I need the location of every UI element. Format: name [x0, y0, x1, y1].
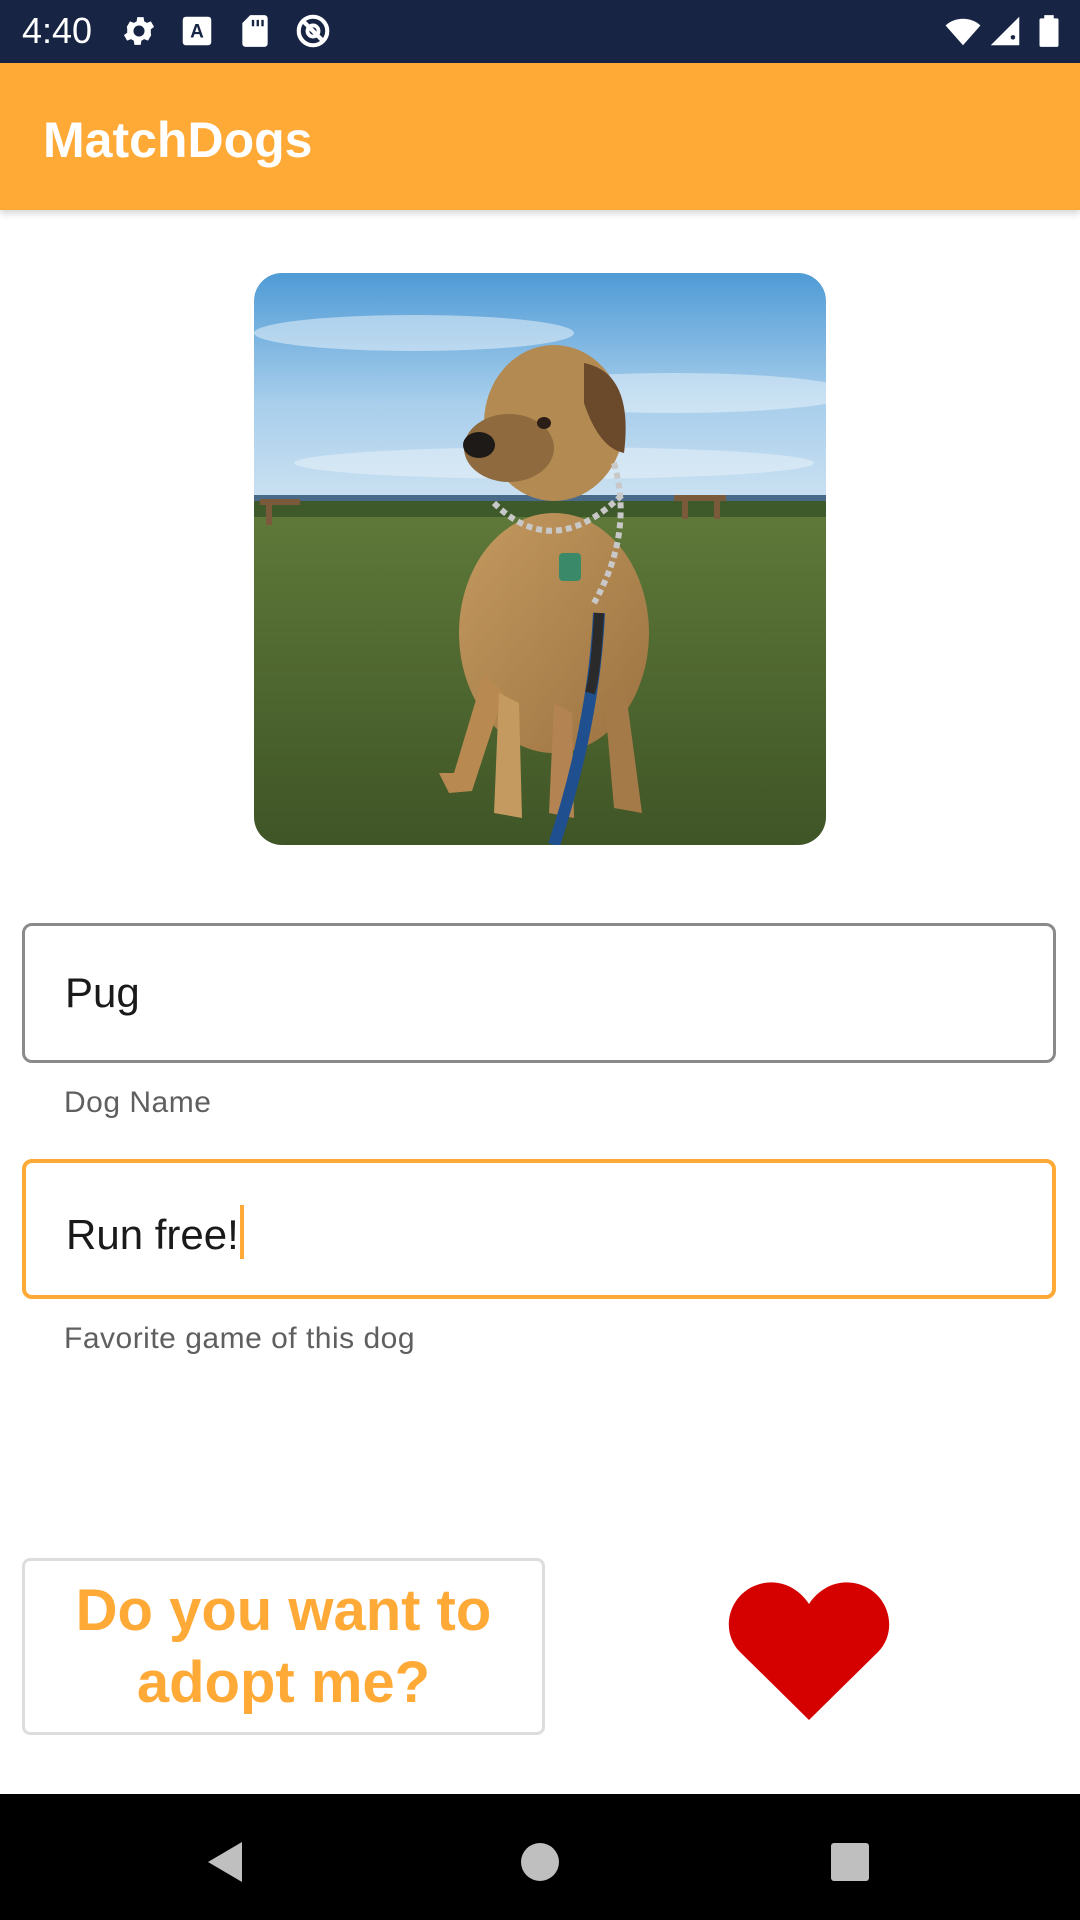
adopt-button[interactable]: Do you want to adopt me?	[22, 1558, 545, 1735]
sd-card-icon	[242, 15, 268, 47]
keyboard-a-icon: A	[182, 16, 212, 46]
heart-icon[interactable]	[728, 1572, 890, 1722]
wifi-icon	[945, 18, 981, 46]
do-not-disturb-icon	[296, 14, 330, 48]
gear-icon	[123, 17, 155, 45]
svg-text:A: A	[190, 21, 204, 42]
status-time: 4:40	[22, 10, 93, 51]
adopt-button-label: Do you want to adopt me?	[75, 1577, 492, 1715]
dog-name-helper: Dog Name	[64, 1086, 212, 1119]
dog-photo	[254, 273, 826, 845]
favorite-game-helper: Favorite game of this dog	[64, 1322, 416, 1355]
app-title: MatchDogs	[43, 112, 313, 168]
dog-name-field[interactable]: Pug	[22, 923, 1056, 1063]
recents-icon[interactable]	[820, 1832, 880, 1892]
favorite-game-field[interactable]: Run free!	[22, 1159, 1056, 1299]
navigation-bar	[0, 1794, 1080, 1920]
battery-icon	[1039, 15, 1059, 47]
signal-icon	[990, 16, 1020, 46]
status-bar: 4:40 A	[0, 0, 1080, 63]
text-caret	[239, 1205, 244, 1259]
dog-name-value: Pug	[65, 969, 140, 1016]
app-bar: MatchDogs	[0, 63, 1080, 210]
back-icon[interactable]	[196, 1832, 256, 1892]
home-icon[interactable]	[510, 1832, 570, 1892]
favorite-game-value: Run free!	[66, 1211, 239, 1258]
